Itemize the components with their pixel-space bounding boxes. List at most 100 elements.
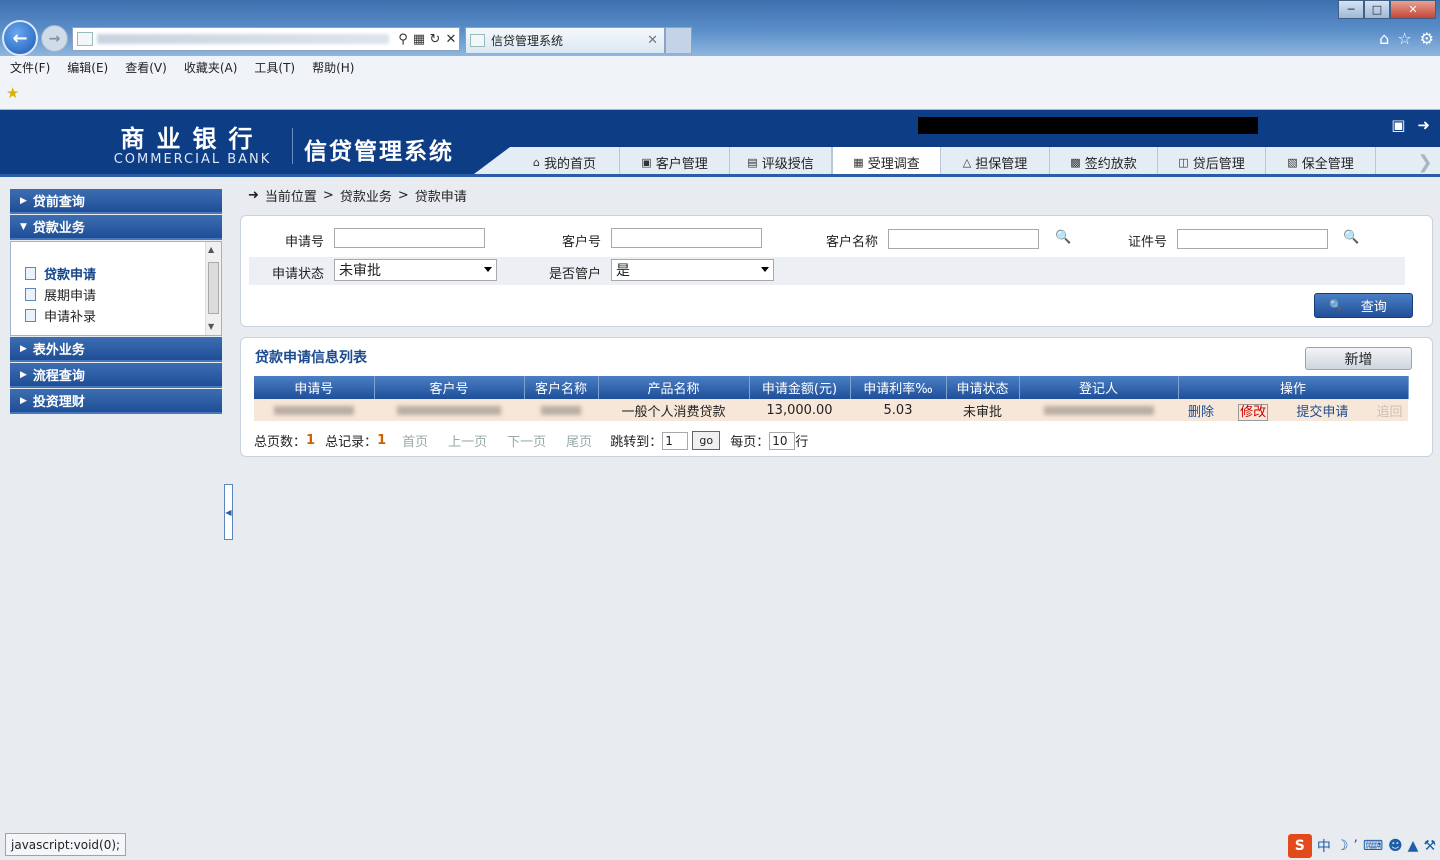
tab-survey[interactable]: ▦ 受理调查 bbox=[832, 147, 941, 174]
home-icon[interactable]: ⌂ bbox=[1379, 29, 1389, 48]
next-page-link[interactable]: 下一页 bbox=[507, 431, 546, 450]
preservation-icon: ▧ bbox=[1287, 155, 1298, 169]
tab-home[interactable]: ⌂ 我的首页 bbox=[510, 147, 620, 174]
customer-no-input[interactable] bbox=[611, 228, 762, 248]
tab-label: 受理调查 bbox=[867, 157, 920, 172]
scroll-thumb[interactable] bbox=[208, 262, 219, 314]
add-favorite-icon[interactable]: ★ bbox=[6, 84, 19, 102]
go-button[interactable]: go bbox=[692, 431, 721, 450]
query-button[interactable]: 🔍 查询 bbox=[1314, 293, 1413, 318]
edit-link[interactable]: 修改 bbox=[1238, 403, 1269, 421]
prev-page-link[interactable]: 上一页 bbox=[448, 431, 487, 450]
total-records-label: 总记录： bbox=[325, 435, 378, 450]
col-registrant[interactable]: 登记人 bbox=[1019, 376, 1179, 399]
col-customer-name[interactable]: 客户名称 bbox=[524, 376, 599, 399]
favorites-star-icon[interactable]: ☆ bbox=[1397, 29, 1411, 48]
submit-apply-link[interactable]: 提交申请 bbox=[1296, 405, 1348, 420]
forward-button[interactable]: → bbox=[41, 25, 68, 52]
browser-toolbar-icons: ⌂ ☆ ⚙ bbox=[1379, 29, 1434, 48]
browser-tab[interactable]: 信贷管理系统 ✕ bbox=[465, 27, 665, 53]
id-search-icon[interactable]: 🔍 bbox=[1343, 230, 1359, 245]
moon-icon[interactable]: ☽ bbox=[1336, 838, 1349, 854]
sidebar-submenu: 贷款申请 展期申请 申请补录 ▲ ▼ bbox=[10, 241, 222, 336]
survey-icon: ▦ bbox=[853, 156, 864, 169]
tab-guarantee[interactable]: △ 担保管理 bbox=[941, 147, 1050, 174]
col-amount[interactable]: 申请金额(元) bbox=[749, 376, 851, 399]
stop-icon[interactable]: ✕ bbox=[443, 32, 459, 47]
id-no-label: 证件号 bbox=[1128, 235, 1168, 250]
sidebar-group-pre-loan-query[interactable]: ▶ 贷前查询 bbox=[10, 189, 222, 214]
col-customer-no[interactable]: 客户号 bbox=[374, 376, 525, 399]
scroll-down-icon[interactable]: ▼ bbox=[208, 322, 214, 331]
ime-mode-label[interactable]: 中 bbox=[1317, 836, 1331, 856]
sidebar-group-off-balance[interactable]: ▶ 表外业务 bbox=[10, 337, 222, 362]
skin-icon[interactable]: ▲ bbox=[1408, 838, 1419, 854]
wrench-icon[interactable]: ⚒ bbox=[1423, 838, 1436, 854]
compat-view-icon[interactable]: ▦ bbox=[411, 32, 427, 47]
tab-rating[interactable]: ▤ 评级授信 bbox=[730, 147, 832, 174]
user-icon[interactable]: ☻ bbox=[1388, 838, 1403, 854]
sogou-ime-icon[interactable]: S bbox=[1287, 834, 1312, 858]
menu-view[interactable]: 查看(V) bbox=[125, 59, 167, 76]
keyboard-icon[interactable]: ⌨ bbox=[1363, 838, 1383, 854]
col-rate[interactable]: 申请利率‰ bbox=[850, 376, 947, 399]
close-tab-icon[interactable]: ✕ bbox=[647, 33, 658, 48]
scroll-up-icon[interactable]: ▲ bbox=[208, 245, 214, 254]
menu-file[interactable]: 文件(F) bbox=[10, 59, 50, 76]
sidebar-group-process-query[interactable]: ▶ 流程查询 bbox=[10, 363, 222, 388]
customer-name-input[interactable] bbox=[888, 229, 1039, 249]
menu-tools[interactable]: 工具(T) bbox=[254, 59, 295, 76]
per-page-input[interactable]: 10 bbox=[769, 431, 796, 450]
breadcrumb-item[interactable]: 贷款业务 bbox=[340, 186, 392, 205]
tab-customer[interactable]: ▣ 客户管理 bbox=[620, 147, 730, 174]
cell-rate: 5.03 bbox=[850, 399, 946, 421]
is-manager-select[interactable]: 是 bbox=[611, 259, 774, 281]
first-page-link[interactable]: 首页 bbox=[402, 431, 428, 450]
sidebar-group-loan-business[interactable]: ▼ 贷款业务 bbox=[10, 215, 222, 240]
sidebar-collapse-handle[interactable]: ◀ bbox=[224, 484, 233, 540]
last-page-link[interactable]: 尾页 bbox=[566, 431, 592, 450]
table-row[interactable]: 一般个人消费贷款 13,000.00 5.03 未审批 删除 修改 提交申请 追… bbox=[254, 399, 1408, 421]
sidebar-item-loan-apply[interactable]: 贷款申请 bbox=[25, 264, 96, 283]
settings-gear-icon[interactable]: ⚙ bbox=[1420, 29, 1434, 48]
col-apply-no[interactable]: 申请号 bbox=[254, 376, 375, 399]
expand-arrow-icon: ▶ bbox=[20, 369, 27, 380]
sidebar-group-label: 流程查询 bbox=[32, 369, 85, 384]
menu-help[interactable]: 帮助(H) bbox=[312, 59, 354, 76]
logout-icon[interactable]: ➜ bbox=[1417, 116, 1430, 134]
tab-preservation[interactable]: ▧ 保全管理 bbox=[1266, 147, 1376, 174]
close-window-button[interactable]: ✕ bbox=[1390, 0, 1436, 19]
sidebar-item-extension-apply[interactable]: 展期申请 bbox=[25, 285, 96, 304]
monitor-icon[interactable]: ▣ bbox=[1391, 116, 1405, 134]
maximize-button[interactable]: □ bbox=[1364, 0, 1390, 19]
menu-favorites[interactable]: 收藏夹(A) bbox=[184, 59, 238, 76]
col-status[interactable]: 申请状态 bbox=[946, 376, 1020, 399]
sidebar-group-investment[interactable]: ▶ 投资理财 bbox=[10, 389, 222, 414]
refresh-icon[interactable]: ↻ bbox=[427, 32, 443, 47]
minimize-button[interactable]: ─ bbox=[1338, 0, 1364, 19]
sidebar-scrollbar[interactable]: ▲ ▼ bbox=[205, 242, 221, 335]
browser-chrome: ← → ⚲ ▦ ↻ ✕ 信贷管理系统 ✕ ─ □ ✕ ⌂ ☆ ⚙ bbox=[0, 0, 1440, 56]
customer-search-icon[interactable]: 🔍 bbox=[1055, 230, 1071, 245]
pager: 总页数： 1 总记录： 1 首页 上一页 下一页 尾页 跳转到： 1 go 每页… bbox=[254, 431, 808, 450]
menu-edit[interactable]: 编辑(E) bbox=[67, 59, 108, 76]
col-product-name[interactable]: 产品名称 bbox=[598, 376, 750, 399]
tab-contract[interactable]: ▩ 签约放款 bbox=[1050, 147, 1158, 174]
address-bar[interactable]: ⚲ ▦ ↻ ✕ bbox=[72, 27, 460, 51]
id-no-input[interactable] bbox=[1177, 229, 1328, 249]
punctuation-icon[interactable]: ’ bbox=[1353, 838, 1357, 854]
search-icon[interactable]: ⚲ bbox=[395, 32, 411, 47]
customer-name-label: 客户名称 bbox=[826, 235, 879, 250]
back-button[interactable]: ← bbox=[2, 20, 38, 56]
search-icon: 🔍 bbox=[1329, 299, 1343, 312]
cell-apply-no bbox=[254, 399, 374, 421]
add-button[interactable]: 新增 bbox=[1305, 347, 1412, 370]
tab-scroll-right-icon[interactable]: ❯ bbox=[1410, 147, 1440, 174]
delete-link[interactable]: 删除 bbox=[1188, 405, 1214, 420]
sidebar-item-apply-supplement[interactable]: 申请补录 bbox=[25, 306, 96, 325]
tab-post-loan[interactable]: ◫ 贷后管理 bbox=[1158, 147, 1266, 174]
new-tab-button[interactable] bbox=[665, 27, 692, 53]
jump-page-input[interactable]: 1 bbox=[662, 431, 689, 450]
apply-no-input[interactable] bbox=[334, 228, 485, 248]
apply-status-select[interactable]: 未审批 bbox=[334, 259, 497, 281]
